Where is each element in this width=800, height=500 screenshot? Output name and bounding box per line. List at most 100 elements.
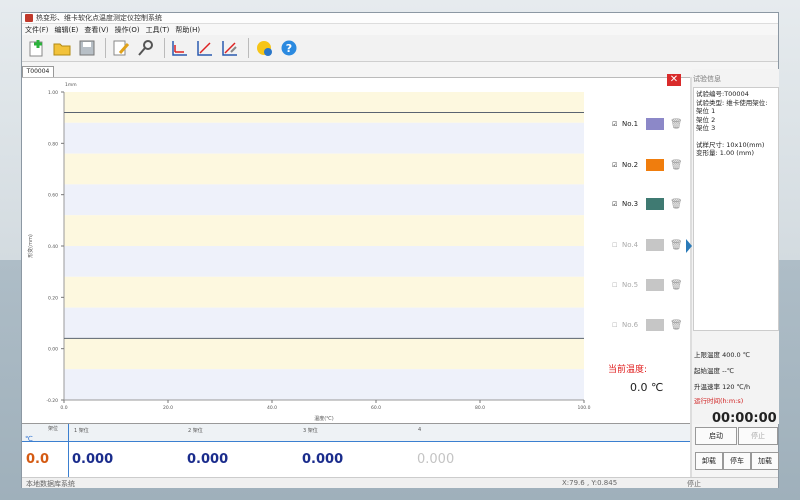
color-swatch[interactable]	[646, 319, 664, 331]
legend-label: No.4	[622, 241, 639, 249]
menu-operate[interactable]: 操作(O)	[115, 25, 140, 35]
chart-curve-icon[interactable]	[194, 37, 216, 59]
unload-button[interactable]: 卸载	[695, 452, 723, 470]
readout-table: 1 架位 2 架位 3 架位 4 ℃ 架位 0.0 0.000 0.000 0.…	[22, 423, 690, 478]
legend-item-5[interactable]: ☐ No.5 🗑	[608, 277, 690, 293]
readout-header: 1 架位 2 架位 3 架位 4	[22, 424, 690, 442]
stop-button[interactable]: 停止	[738, 427, 778, 445]
readout-value-4: 0.000	[417, 452, 455, 467]
y-tick-label: 1.00	[48, 90, 58, 96]
checkbox-icon[interactable]: ☑	[612, 121, 620, 128]
column-header: 2 架位	[188, 428, 203, 434]
upper-temp: 上限温度 400.0 ℃	[694, 351, 751, 359]
color-swatch[interactable]	[646, 279, 664, 291]
legend-label: No.2	[622, 161, 639, 169]
legend-item-6[interactable]: ☐ No.6 🗑	[608, 317, 690, 333]
chart-line-icon[interactable]	[169, 37, 191, 59]
y-tick-label: 0.40	[48, 244, 58, 250]
new-icon[interactable]	[26, 37, 48, 59]
color-swatch[interactable]	[646, 239, 664, 251]
readout-value-1: 0.000	[72, 452, 114, 467]
color-swatch[interactable]	[646, 118, 664, 130]
pause-button[interactable]: 停车	[723, 452, 751, 470]
badge-icon[interactable]	[253, 37, 275, 59]
checkbox-icon[interactable]: ☐	[612, 322, 620, 329]
y-tick-label: -0.20	[46, 398, 58, 404]
info-title: 试验信息	[693, 75, 721, 83]
legend-label: No.1	[622, 120, 639, 128]
load-button[interactable]: 加载	[751, 452, 779, 470]
info-line: 架位 1	[696, 107, 716, 115]
checkbox-icon[interactable]: ☐	[612, 282, 620, 289]
info-line	[696, 133, 776, 141]
legend-item-4[interactable]: ☐ No.4 🗑	[608, 237, 690, 253]
checkbox-icon[interactable]: ☐	[612, 242, 620, 249]
menu-view[interactable]: 查看(V)	[84, 25, 108, 35]
column-header: 3 架位	[303, 428, 318, 434]
chart-corner-label: 1mm	[65, 82, 77, 88]
color-swatch[interactable]	[646, 159, 664, 171]
readout-corner: ℃ 架位 0.0	[22, 424, 69, 478]
grid-band	[64, 92, 584, 123]
menu-tools[interactable]: 工具(T)	[146, 25, 170, 35]
rack-label: 架位	[48, 426, 59, 432]
status-state: 停止	[687, 480, 701, 488]
menu-edit[interactable]: 编辑(E)	[55, 25, 79, 35]
app-icon	[25, 14, 33, 22]
open-folder-icon[interactable]	[51, 37, 73, 59]
grid-band	[64, 184, 584, 216]
trash-icon[interactable]: 🗑	[670, 320, 683, 331]
start-button[interactable]: 启动	[695, 427, 737, 445]
x-tick-label: 100.0	[578, 405, 591, 411]
y-tick-label: 0.60	[48, 193, 58, 199]
column-header: 4	[418, 427, 422, 433]
status-db: 本地数据库系统	[26, 480, 75, 488]
menu-bar: 文件(F) 编辑(E) 查看(V) 操作(O) 工具(T) 帮助(H)	[22, 24, 778, 35]
trash-icon[interactable]: 🗑	[670, 119, 683, 130]
y-tick-label: 0.80	[48, 141, 58, 147]
info-box: 试验编号:T00004 试验类型: 维卡使用架位: 架位 1 架位 2 架位 3…	[693, 87, 779, 331]
grid-band	[64, 307, 584, 339]
heating-rate: 升温速率 120 ℃/h	[694, 383, 751, 391]
trash-icon[interactable]: 🗑	[670, 160, 683, 171]
current-temp-value: 0.0 ℃	[630, 381, 664, 394]
chart-edit-icon[interactable]	[219, 37, 241, 59]
edit-icon[interactable]	[110, 37, 132, 59]
info-panel: 试验信息 试验编号:T00004 试验类型: 维卡使用架位: 架位 1 架位 2…	[692, 69, 779, 426]
menu-file[interactable]: 文件(F)	[25, 25, 49, 35]
menu-help[interactable]: 帮助(H)	[175, 25, 200, 35]
close-chart-icon[interactable]: ✕	[667, 74, 681, 86]
legend-label: No.6	[622, 321, 639, 329]
chart-area: 1.00 0.80 0.60 0.40 0.20 0.00 -0.20 0.0 20.0 40.0…	[22, 77, 608, 423]
help-icon[interactable]: ?	[278, 37, 300, 59]
app-window: 热变形、维卡软化点温度测定仪控制系统 文件(F) 编辑(E) 查看(V) 操作(…	[21, 12, 779, 488]
readout-value-2: 0.000	[187, 452, 229, 467]
info-line: 架位 2	[696, 115, 716, 124]
trash-icon[interactable]: 🗑	[670, 240, 683, 251]
y-tick-label: 0.00	[48, 347, 58, 353]
color-swatch[interactable]	[646, 198, 664, 210]
start-temp: 起始温度 --℃	[694, 367, 735, 375]
column-header: 1 架位	[74, 428, 89, 434]
trash-icon[interactable]: 🗑	[670, 199, 683, 210]
control-buttons: 启动 停止 卸载 停车 加载	[690, 427, 779, 477]
checkbox-icon[interactable]: ☑	[612, 201, 620, 208]
legend-item-1[interactable]: ☑ No.1 🗑	[608, 116, 690, 132]
x-tick-label: 0.0	[60, 405, 67, 411]
x-tick-label: 80.0	[475, 405, 485, 411]
toolbar: ?	[22, 35, 778, 62]
grid-band	[64, 338, 584, 370]
x-tick-label: 40.0	[267, 405, 277, 411]
trash-icon[interactable]: 🗑	[670, 280, 683, 291]
save-icon[interactable]	[76, 37, 98, 59]
search-icon[interactable]	[135, 37, 157, 59]
title-bar: 热变形、维卡软化点温度测定仪控制系统	[22, 13, 778, 24]
legend-item-2[interactable]: ☑ No.2 🗑	[608, 157, 690, 173]
checkbox-icon[interactable]: ☑	[612, 162, 620, 169]
x-axis-label: 温度(℃)	[314, 415, 334, 422]
grid-band	[64, 122, 584, 154]
grid-band	[64, 246, 584, 277]
legend-item-3[interactable]: ☑ No.3 🗑	[608, 196, 690, 212]
stats-box: 上限温度 400.0 ℃ 起始温度 --℃ 升温速率 120 ℃/h 运行时间(…	[692, 331, 779, 423]
tab-test[interactable]: T00004	[22, 66, 54, 77]
